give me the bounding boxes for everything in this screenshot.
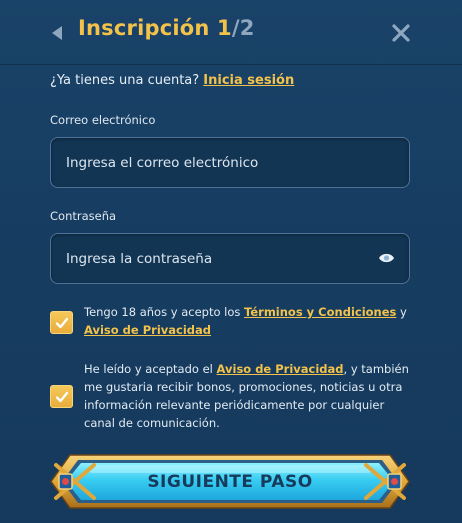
- login-link[interactable]: Inicia sesión: [203, 73, 294, 88]
- password-field-box[interactable]: [50, 233, 410, 284]
- email-field-box[interactable]: [50, 137, 410, 188]
- age-terms-text-before: Tengo 18 años y acepto los: [84, 305, 245, 319]
- email-field[interactable]: [66, 154, 356, 171]
- marketing-text-before: He leído y aceptado el: [84, 362, 217, 376]
- back-arrow-icon[interactable]: [50, 25, 64, 41]
- password-label: Contraseña: [50, 209, 117, 223]
- page-title: Inscripción 1/2: [78, 16, 255, 40]
- age-terms-text-mid: y: [396, 305, 407, 319]
- title-prefix: Inscripción: [78, 16, 218, 40]
- privacy-link-age[interactable]: Aviso de Privacidad: [84, 323, 211, 337]
- age-terms-text: Tengo 18 años y acepto los Términos y Co…: [84, 303, 414, 339]
- header: Inscripción 1/2: [0, 0, 462, 66]
- terms-link[interactable]: Términos y Condiciones: [244, 305, 396, 319]
- header-divider: [0, 64, 462, 65]
- login-prompt-text: ¿Ya tienes una cuenta?: [50, 73, 204, 88]
- email-label: Correo electrónico: [50, 113, 156, 127]
- step-current: 1: [217, 16, 232, 40]
- checkmark-icon: [55, 317, 68, 328]
- eye-icon[interactable]: [378, 251, 395, 265]
- registration-panel: Inscripción 1/2 ¿Ya tienes una cuenta? I…: [0, 0, 462, 523]
- step-total: /2: [231, 16, 255, 40]
- login-prompt: ¿Ya tienes una cuenta? Inicia sesión: [50, 73, 294, 88]
- checkmark-icon: [55, 391, 68, 402]
- privacy-link-marketing[interactable]: Aviso de Privacidad: [217, 362, 344, 376]
- age-terms-checkbox[interactable]: [50, 311, 73, 334]
- marketing-consent-text: He leído y aceptado el Aviso de Privacid…: [84, 360, 414, 432]
- button-frame-graphic: [50, 454, 410, 509]
- marketing-consent-checkbox[interactable]: [50, 385, 73, 408]
- next-step-button[interactable]: SIGUIENTE PASO: [48, 452, 412, 511]
- close-icon[interactable]: [391, 23, 411, 43]
- password-field[interactable]: [66, 250, 356, 267]
